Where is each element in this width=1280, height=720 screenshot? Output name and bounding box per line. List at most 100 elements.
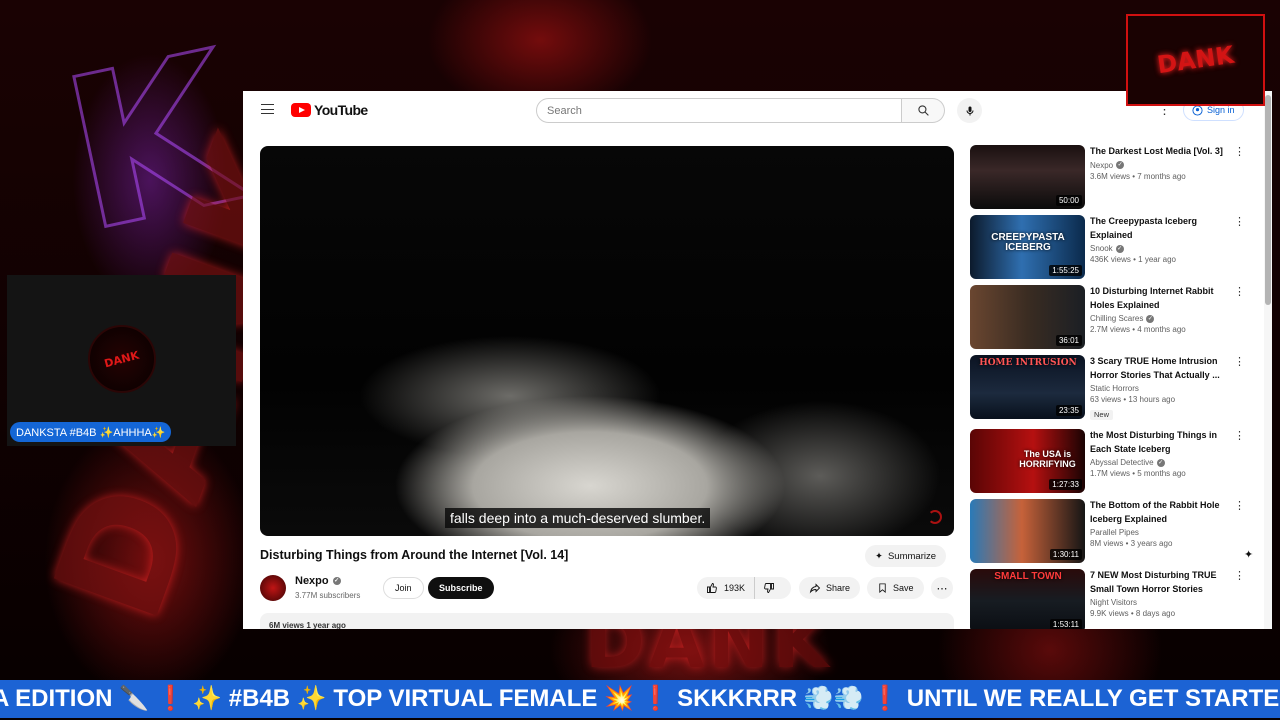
thumbnail-text: CREEPYPASTA ICEBERG: [991, 232, 1065, 253]
list-item[interactable]: 36:01 10 Disturbing Internet Rabbit Hole…: [970, 285, 1255, 355]
like-dislike-group: 193K: [697, 577, 791, 599]
subscriber-count: 3.77M subscribers: [295, 591, 361, 600]
video-duration: 1:27:33: [1049, 479, 1082, 490]
rec-channel: Static Horrors: [1090, 384, 1139, 393]
video-title: Disturbing Things from Around the Intern…: [260, 548, 569, 562]
ticker-banner: A EDITION 🔪 ❗ ✨ #B4B ✨ TOP VIRTUAL FEMAL…: [0, 680, 1280, 718]
video-duration: 50:00: [1055, 195, 1082, 206]
kebab-menu-icon[interactable]: ⋮: [1234, 285, 1245, 298]
rec-channel-row: Static Horrors: [1090, 384, 1230, 393]
subscribe-button[interactable]: Subscribe: [428, 577, 494, 599]
rec-title[interactable]: 7 NEW Most Disturbing TRUE Small Town Ho…: [1090, 569, 1230, 596]
list-item[interactable]: 50:00 The Darkest Lost Media [Vol. 3] Ne…: [970, 145, 1255, 215]
video-duration: 36:01: [1055, 335, 1082, 346]
share-icon: [809, 583, 821, 594]
list-item[interactable]: HOME INTRUSION 23:35 3 Scary TRUE Home I…: [970, 355, 1255, 425]
list-item[interactable]: CREEPYPASTA ICEBERG 1:55:25 The Creepypa…: [970, 215, 1255, 285]
kebab-menu-icon[interactable]: ⋮: [1234, 145, 1245, 158]
rec-channel: Abyssal Detective: [1090, 458, 1154, 467]
menu-icon[interactable]: [261, 104, 274, 114]
thumbnail-text: SMALL TOWN: [994, 571, 1062, 582]
video-thumbnail[interactable]: 1:30:11: [970, 499, 1085, 563]
like-button[interactable]: 193K: [697, 577, 756, 599]
verified-icon: ✓: [1115, 244, 1124, 253]
rec-title[interactable]: 10 Disturbing Internet Rabbit Holes Expl…: [1090, 285, 1230, 312]
verified-icon: ✓: [1146, 314, 1155, 323]
dank-logo-icon: DANK: [1155, 40, 1236, 80]
view-count-date: 6M views 1 year ago: [269, 621, 346, 629]
verified-icon: ✓: [1116, 161, 1125, 169]
video-thumbnail[interactable]: HOME INTRUSION 23:35: [970, 355, 1085, 419]
summarize-button[interactable]: ✦ Summarize: [865, 545, 947, 567]
kebab-menu-icon[interactable]: ⋮: [1234, 569, 1245, 582]
webcam-panel: DANK DANKSTA #B4B ✨AHHHA✨: [7, 275, 236, 446]
join-button[interactable]: Join: [383, 577, 424, 599]
account-icon: [1192, 104, 1203, 116]
video-thumbnail[interactable]: CREEPYPASTA ICEBERG 1:55:25: [970, 215, 1085, 279]
rec-channel-row: Abyssal Detective ✓: [1090, 458, 1230, 467]
scrollbar-thumb[interactable]: [1265, 95, 1271, 305]
rec-channel: Parallel Pipes: [1090, 528, 1139, 537]
youtube-window: YouTube ⋮ Sign in falls deep into a much…: [243, 91, 1272, 629]
like-count: 193K: [724, 583, 746, 593]
video-duration: 23:35: [1055, 405, 1082, 416]
sign-in-label: Sign in: [1207, 105, 1235, 115]
save-label: Save: [893, 583, 914, 593]
video-thumbnail[interactable]: SMALL TOWN 1:53:11: [970, 569, 1085, 629]
sparkle-icon: ✦: [875, 550, 883, 562]
channel-name-row[interactable]: Nexpo ✓: [295, 575, 341, 587]
mic-icon: [966, 106, 973, 115]
rec-channel-row: Snook ✓: [1090, 244, 1230, 253]
ask-sparkle-icon[interactable]: ✦: [1244, 548, 1253, 561]
thumbs-up-icon: [707, 583, 717, 593]
youtube-play-icon: [291, 103, 311, 117]
video-thumbnail[interactable]: 50:00: [970, 145, 1085, 209]
channel-avatar[interactable]: [260, 575, 286, 601]
rec-meta: 9.9K views • 8 days ago: [1090, 609, 1176, 618]
video-player[interactable]: falls deep into a much-deserved slumber.: [260, 146, 954, 536]
rec-meta: 3.6M views • 7 months ago: [1090, 171, 1186, 181]
page-scrollbar[interactable]: [1264, 91, 1272, 629]
rec-meta: 1.7M views • 5 months ago: [1090, 469, 1186, 478]
channel-name: Nexpo: [295, 575, 329, 587]
video-thumbnail[interactable]: 36:01: [970, 285, 1085, 349]
search-button[interactable]: [902, 98, 945, 123]
share-button[interactable]: Share: [799, 577, 861, 599]
rec-channel-row: Parallel Pipes: [1090, 528, 1230, 537]
rec-title[interactable]: 3 Scary TRUE Home Intrusion Horror Stori…: [1090, 355, 1230, 382]
video-duration: 1:53:11: [1049, 619, 1082, 629]
list-item[interactable]: SMALL TOWN 1:53:11 7 NEW Most Disturbing…: [970, 569, 1255, 629]
kebab-menu-icon[interactable]: ⋮: [1234, 429, 1245, 442]
rec-title[interactable]: the Most Disturbing Things in Each State…: [1090, 429, 1230, 456]
dislike-button[interactable]: [755, 577, 783, 599]
list-item[interactable]: 1:30:11 The Bottom of the Rabbit Hole Ic…: [970, 499, 1255, 569]
rec-title[interactable]: The Bottom of the Rabbit Hole Iceberg Ex…: [1090, 499, 1230, 526]
rec-channel-row: Night Visitors: [1090, 598, 1230, 607]
list-item[interactable]: The USA is HORRIFYING 1:27:33 the Most D…: [970, 429, 1255, 499]
summarize-label: Summarize: [887, 550, 937, 562]
search-input[interactable]: [536, 98, 902, 123]
save-button[interactable]: Save: [867, 577, 924, 599]
thumbs-down-icon: [764, 583, 774, 593]
recommendation-list: 50:00 The Darkest Lost Media [Vol. 3] Ne…: [970, 145, 1255, 629]
rec-title[interactable]: The Creepypasta Iceberg Explained: [1090, 215, 1230, 242]
video-thumbnail[interactable]: The USA is HORRIFYING 1:27:33: [970, 429, 1085, 493]
rec-channel-row: Nexpo ✓: [1090, 161, 1230, 170]
voice-search-button[interactable]: [957, 98, 982, 123]
description-box[interactable]: 6M views 1 year ago: [260, 613, 954, 629]
thumbnail-text: HOME INTRUSION: [979, 358, 1077, 368]
rec-channel: Snook: [1090, 244, 1113, 253]
dank-logo-overlay: DANK: [1126, 14, 1265, 106]
kebab-menu-icon[interactable]: ⋮: [1234, 355, 1245, 368]
streamer-name-tag: DANKSTA #B4B ✨AHHHA✨: [10, 422, 172, 442]
youtube-logo[interactable]: YouTube: [291, 102, 368, 118]
streamer-avatar: DANK: [88, 325, 156, 393]
youtube-header: YouTube ⋮ Sign in: [243, 91, 1272, 129]
verified-icon: ✓: [332, 577, 341, 585]
rec-title[interactable]: The Darkest Lost Media [Vol. 3]: [1090, 145, 1230, 159]
more-actions-icon[interactable]: ⋯: [931, 577, 953, 599]
logo-text: YouTube: [314, 102, 368, 118]
video-duration: 1:30:11: [1049, 549, 1082, 560]
kebab-menu-icon[interactable]: ⋮: [1234, 499, 1245, 512]
kebab-menu-icon[interactable]: ⋮: [1234, 215, 1245, 228]
